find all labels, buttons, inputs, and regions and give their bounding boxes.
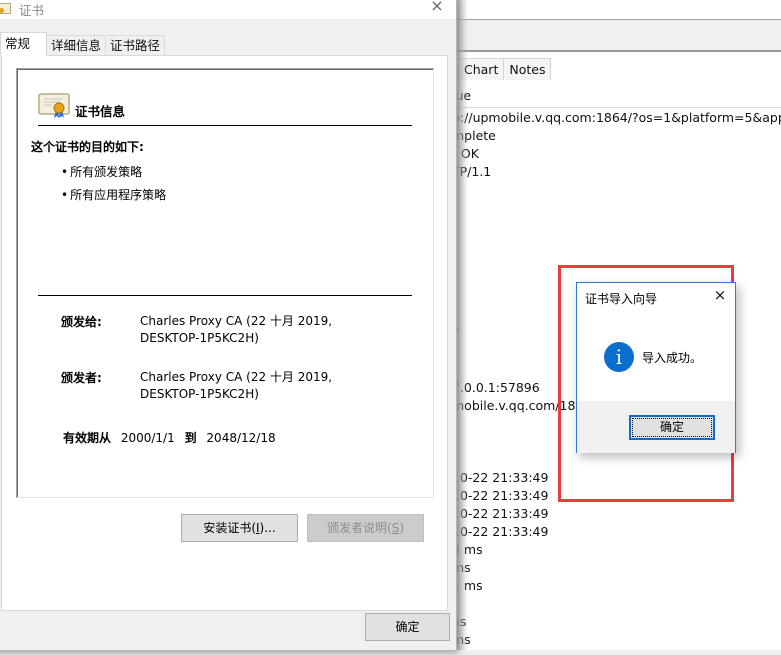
issued-to-label: 颁发给: xyxy=(61,315,102,329)
issued-to-line2: DESKTOP-1P5KC2H) xyxy=(140,331,259,345)
issued-to-line1: Charles Proxy CA (22 十月 2019, xyxy=(140,314,333,328)
validity-period: 有效期从 2000/1/1 到 2048/12/18 xyxy=(63,429,282,446)
certificate-dialog-title: 证书 xyxy=(19,3,45,18)
close-icon[interactable]: × xyxy=(426,0,448,17)
import-success-message: 导入成功。 xyxy=(642,351,703,365)
valid-to-date: 2048/12/18 xyxy=(206,431,276,445)
install-certificate-button[interactable]: 安装证书(I)... xyxy=(181,514,298,542)
certificate-badge-icon xyxy=(38,93,70,118)
certificate-icon xyxy=(0,3,11,14)
purpose-item: 所有应用程序策略 xyxy=(61,186,166,203)
purpose-item: 所有颁发策略 xyxy=(61,163,142,180)
issued-by-line2: DESKTOP-1P5KC2H) xyxy=(140,387,259,401)
divider xyxy=(38,125,412,126)
valid-from-date: 2000/1/1 xyxy=(120,431,175,445)
certificate-info-panel: 证书信息 这个证书的目的如下: 所有颁发策略 所有应用程序策略 颁发给: Cha… xyxy=(16,68,434,498)
divider xyxy=(38,295,412,296)
issued-by-line1: Charles Proxy CA (22 十月 2019, xyxy=(140,370,333,384)
tab-certification-path[interactable]: 证书路径 xyxy=(105,35,166,56)
purpose-heading: 这个证书的目的如下: xyxy=(31,140,144,154)
issuer-statement-button[interactable]: 颁发者说明(S) xyxy=(307,514,424,542)
import-wizard-footer: 确定 xyxy=(577,401,735,453)
tab-notes[interactable]: Notes xyxy=(503,58,552,80)
issued-by-label: 颁发者: xyxy=(61,371,102,385)
install-button-suffix: )... xyxy=(259,521,276,535)
import-ok-button[interactable]: 确定 xyxy=(629,415,715,440)
issued-by-value: Charles Proxy CA (22 十月 2019, DESKTOP-1P… xyxy=(140,369,332,403)
issued-to-value: Charles Proxy CA (22 十月 2019, DESKTOP-1P… xyxy=(140,313,332,347)
certificate-dialog: 证书 × 常规 详细信息 证书路径 证书信息 这个证书的目的如下: 所有颁发策略… xyxy=(0,0,457,651)
background-toolbar-band xyxy=(456,20,781,52)
close-icon[interactable]: × xyxy=(711,286,729,304)
valid-from-label: 有效期从 xyxy=(63,431,112,445)
certificate-info-title: 证书信息 xyxy=(75,104,126,119)
import-wizard-dialog: 证书导入向导 × i 导入成功。 确定 xyxy=(576,282,736,453)
ok-button[interactable]: 确定 xyxy=(365,613,450,641)
background-toolbar xyxy=(456,0,781,20)
issuer-button-suffix: ) xyxy=(399,521,404,535)
row-divider xyxy=(456,107,781,108)
certificate-tab-bar: 常规 详细信息 证书路径 xyxy=(0,32,166,56)
valid-to-label: 到 xyxy=(184,431,197,445)
info-icon: i xyxy=(604,342,634,372)
background-tab-bar: Chart Notes xyxy=(455,58,552,80)
import-wizard-title: 证书导入向导 xyxy=(585,292,658,306)
window-shadow xyxy=(456,0,468,655)
tab-general[interactable]: 常规 xyxy=(0,32,48,56)
general-tab-page: 证书信息 这个证书的目的如下: 所有颁发策略 所有应用程序策略 颁发给: Cha… xyxy=(1,55,448,611)
issuer-button-label: 颁发者说明( xyxy=(327,521,392,535)
install-button-label: 安装证书( xyxy=(203,521,256,535)
certificate-dialog-titlebar[interactable]: 证书 × xyxy=(0,0,456,19)
overview-row[interactable]: p://upmobile.v.qq.com:1864/?os=1&platfor… xyxy=(452,110,781,125)
overview-row[interactable]: mobile.v.qq.com/182 xyxy=(452,398,583,413)
tab-details[interactable]: 详细信息 xyxy=(46,35,107,56)
